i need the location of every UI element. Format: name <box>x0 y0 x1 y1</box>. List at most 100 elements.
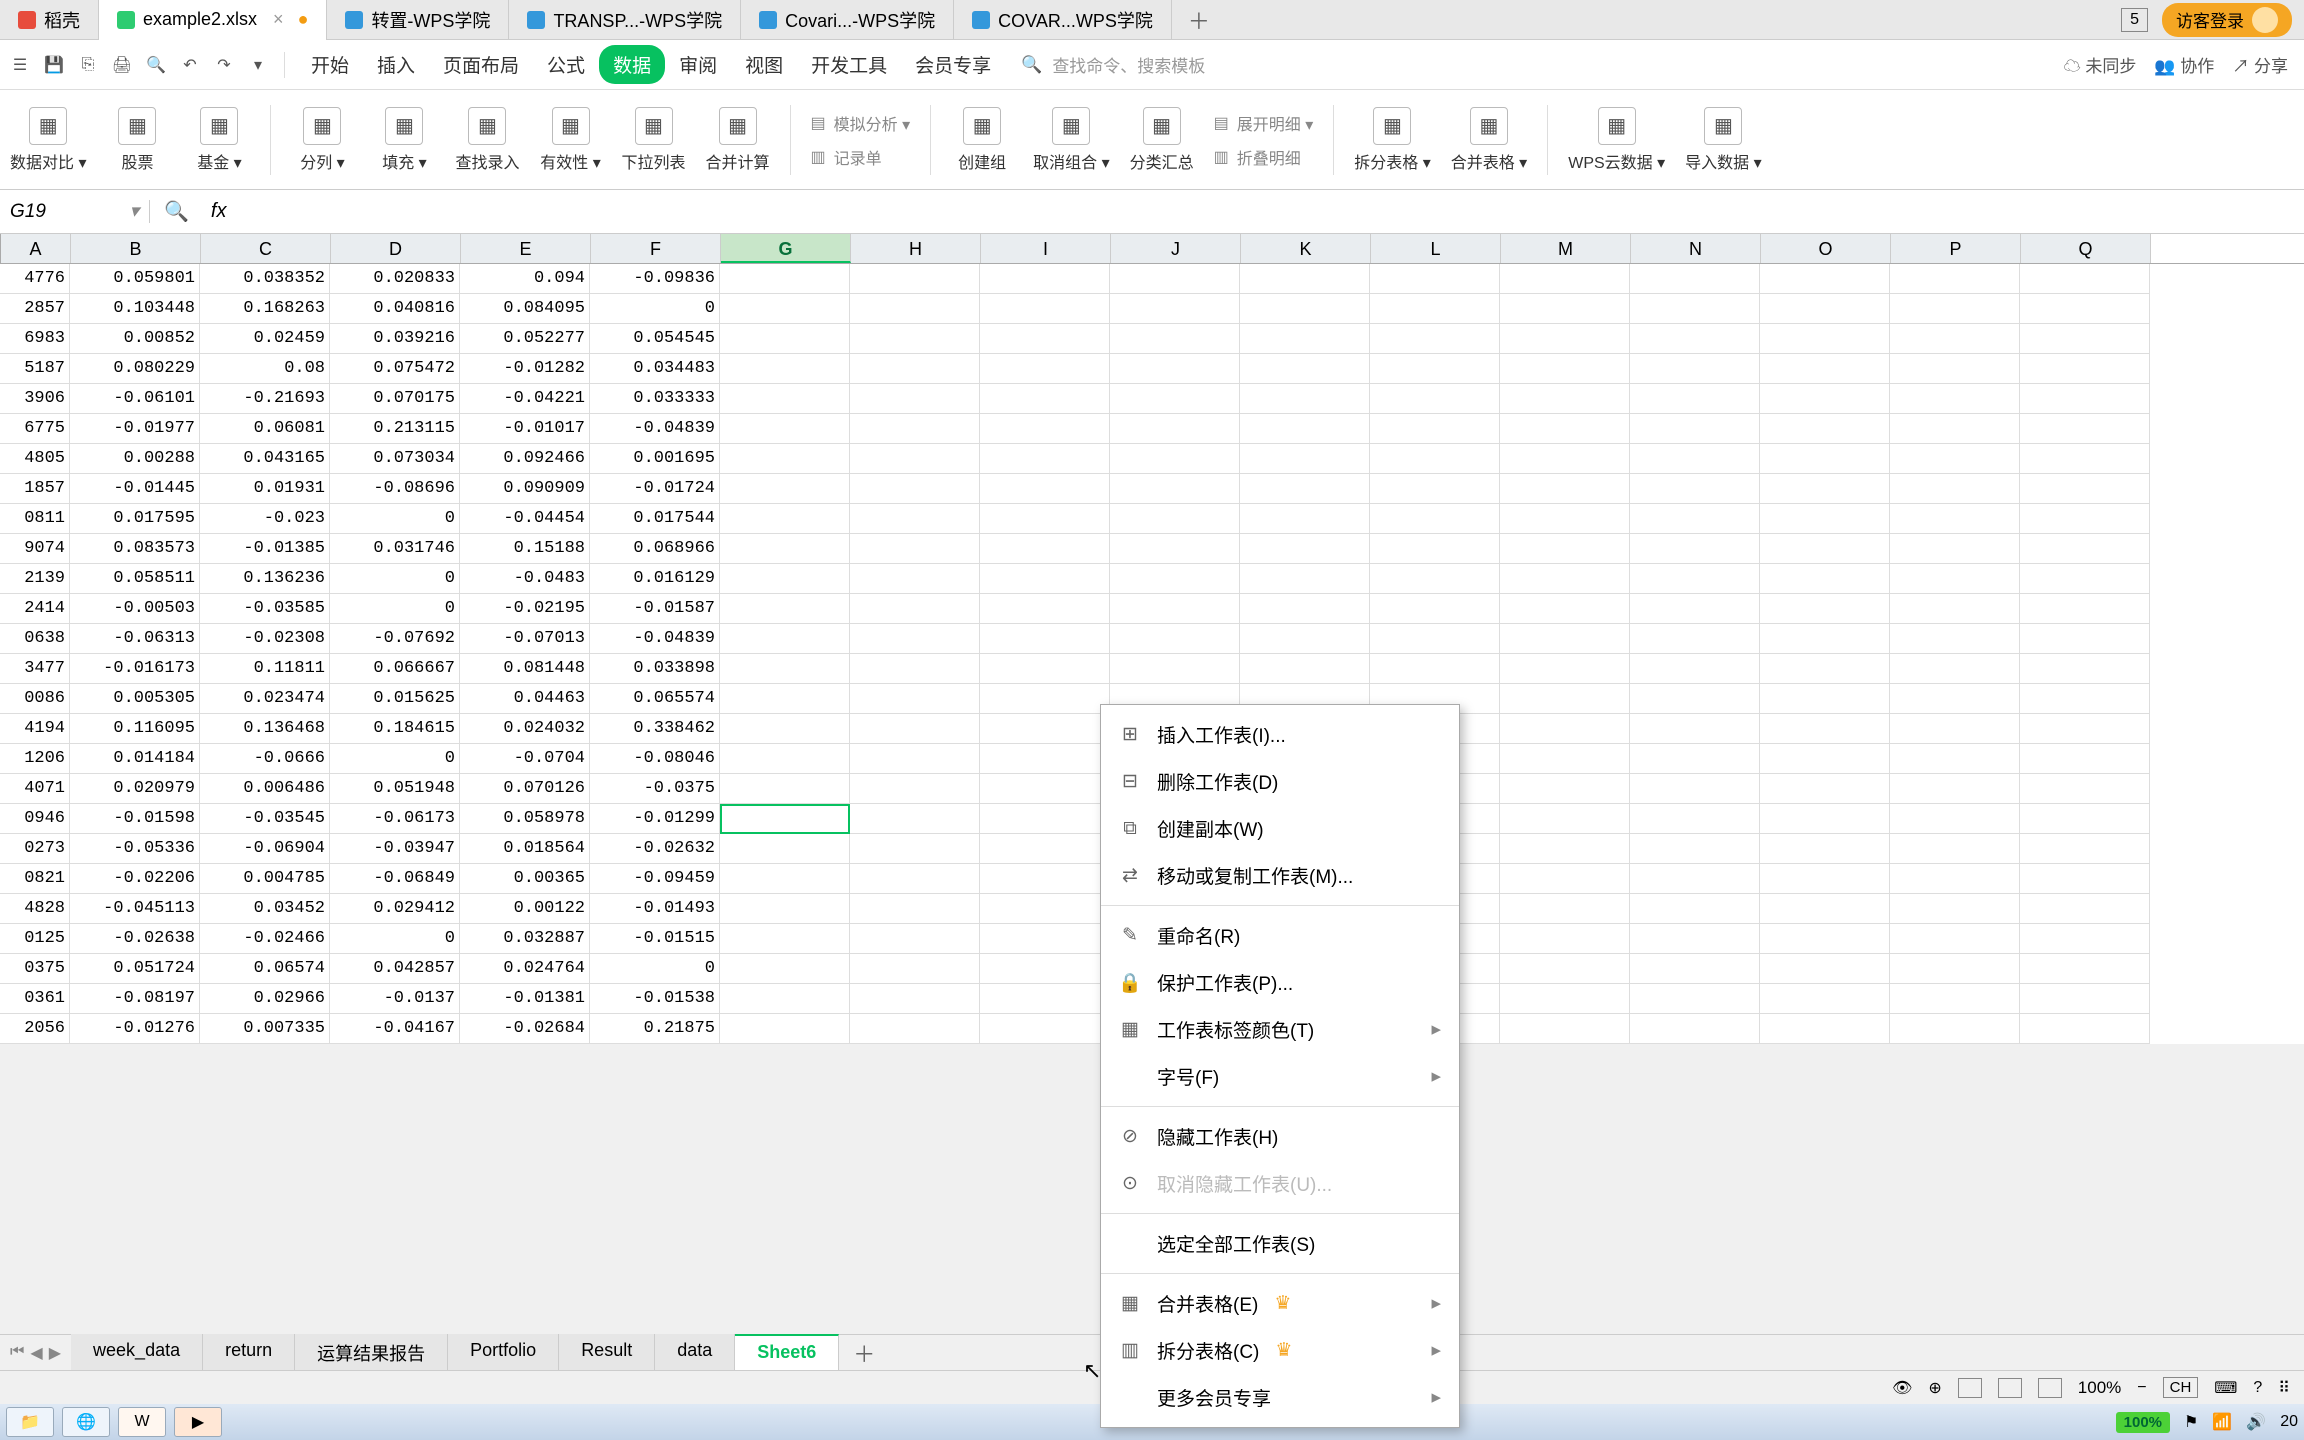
cell[interactable] <box>2020 924 2150 954</box>
cell[interactable] <box>1370 594 1500 624</box>
cell[interactable] <box>1370 504 1500 534</box>
add-tab-button[interactable]: ＋ <box>1172 4 1226 36</box>
cell[interactable] <box>720 864 850 894</box>
cell[interactable] <box>2020 504 2150 534</box>
cell[interactable]: 0821 <box>0 864 70 894</box>
cell[interactable]: 0 <box>330 594 460 624</box>
cell[interactable]: 1857 <box>0 474 70 504</box>
cell[interactable] <box>720 594 850 624</box>
cell[interactable] <box>720 294 850 324</box>
cell[interactable] <box>2020 324 2150 354</box>
app-tab-4[interactable]: Covari...-WPS学院 <box>741 0 954 40</box>
ribbon-取消组合[interactable]: ▦取消组合 ▾ <box>1033 107 1109 173</box>
cell[interactable]: -0.01385 <box>200 534 330 564</box>
settings-dd-icon[interactable]: ⠿ <box>2278 1378 2290 1398</box>
cell[interactable]: 0.15188 <box>460 534 590 564</box>
cell[interactable] <box>720 1014 850 1044</box>
cell[interactable]: -0.045113 <box>70 894 200 924</box>
cell[interactable] <box>980 354 1110 384</box>
col-header-M[interactable]: M <box>1501 234 1631 263</box>
taskbar-explorer-icon[interactable]: 📁 <box>6 1407 54 1437</box>
cell[interactable] <box>1890 534 2020 564</box>
cell[interactable] <box>2020 774 2150 804</box>
cell[interactable]: -0.03585 <box>200 594 330 624</box>
cell[interactable] <box>1890 834 2020 864</box>
cell[interactable] <box>1760 294 1890 324</box>
cell[interactable] <box>980 324 1110 354</box>
cell[interactable]: -0.08197 <box>70 984 200 1014</box>
cell[interactable]: -0.0666 <box>200 744 330 774</box>
cell[interactable]: 0.042857 <box>330 954 460 984</box>
sheet-tab-week_data[interactable]: week_data <box>71 1334 203 1372</box>
cell[interactable]: -0.01724 <box>590 474 720 504</box>
cell[interactable] <box>1500 774 1630 804</box>
cell[interactable] <box>720 324 850 354</box>
cell[interactable] <box>1760 984 1890 1014</box>
cell[interactable]: -0.00503 <box>70 594 200 624</box>
cell[interactable] <box>1890 684 2020 714</box>
cell[interactable]: 0.01931 <box>200 474 330 504</box>
cell[interactable] <box>1110 474 1240 504</box>
cell[interactable]: 0.034483 <box>590 354 720 384</box>
cell[interactable] <box>1890 264 2020 294</box>
cell[interactable]: 0.020979 <box>70 774 200 804</box>
cell[interactable] <box>1760 324 1890 354</box>
ribbon-折叠明细[interactable]: ▥ 折叠明细 <box>1214 145 1314 169</box>
ribbon-数据对比[interactable]: ▦数据对比 ▾ <box>10 107 86 173</box>
cell[interactable]: 0.007335 <box>200 1014 330 1044</box>
cell[interactable] <box>980 444 1110 474</box>
cell[interactable]: 0.051948 <box>330 774 460 804</box>
cell[interactable] <box>720 504 850 534</box>
zoom-out-icon[interactable]: − <box>2137 1379 2146 1397</box>
fx-zoom-icon[interactable]: 🔍 <box>150 199 203 224</box>
cell[interactable]: 0.168263 <box>200 294 330 324</box>
cell[interactable] <box>1890 354 2020 384</box>
cell[interactable] <box>980 654 1110 684</box>
cell[interactable] <box>1240 564 1370 594</box>
ribbon-WPS云数据[interactable]: ▦WPS云数据 ▾ <box>1568 107 1665 173</box>
menu-开发工具[interactable]: 开发工具 <box>797 45 901 84</box>
eye-icon[interactable]: 👁 <box>1892 1378 1912 1398</box>
battery-indicator[interactable]: 100% <box>2116 1412 2170 1433</box>
cell[interactable]: 0638 <box>0 624 70 654</box>
cell[interactable]: 2056 <box>0 1014 70 1044</box>
cell[interactable]: 1206 <box>0 744 70 774</box>
cell[interactable] <box>850 834 980 864</box>
cell[interactable]: 0.00288 <box>70 444 200 474</box>
sheet-tab-Portfolio[interactable]: Portfolio <box>448 1334 559 1372</box>
menu-公式[interactable]: 公式 <box>533 45 599 84</box>
cell[interactable] <box>1890 804 2020 834</box>
cell[interactable] <box>2020 264 2150 294</box>
cell[interactable] <box>1110 384 1240 414</box>
cell[interactable] <box>1370 354 1500 384</box>
cell[interactable] <box>720 984 850 1014</box>
app-tab-1[interactable]: example2.xlsx × ● <box>99 0 327 40</box>
cell[interactable] <box>1890 444 2020 474</box>
cell[interactable] <box>1630 564 1760 594</box>
cell[interactable] <box>1110 414 1240 444</box>
cell[interactable]: 0.039216 <box>330 324 460 354</box>
cell[interactable]: 0.033898 <box>590 654 720 684</box>
cell[interactable] <box>1370 294 1500 324</box>
cell[interactable] <box>850 324 980 354</box>
cell[interactable]: 0 <box>330 564 460 594</box>
cell[interactable]: -0.05336 <box>70 834 200 864</box>
cell[interactable] <box>1500 594 1630 624</box>
cell[interactable] <box>1890 594 2020 624</box>
cell[interactable] <box>1500 954 1630 984</box>
cell[interactable] <box>2020 474 2150 504</box>
cell[interactable] <box>1760 864 1890 894</box>
cell[interactable] <box>1630 504 1760 534</box>
cell[interactable]: -0.03545 <box>200 804 330 834</box>
cell[interactable] <box>850 1014 980 1044</box>
cell[interactable] <box>1110 504 1240 534</box>
cell[interactable]: -0.06904 <box>200 834 330 864</box>
cell[interactable] <box>1630 864 1760 894</box>
cell[interactable] <box>1630 294 1760 324</box>
preview-icon[interactable]: 🔍 <box>142 51 170 79</box>
cell[interactable] <box>2020 654 2150 684</box>
cell[interactable] <box>1890 504 2020 534</box>
cell[interactable] <box>1240 414 1370 444</box>
cell[interactable] <box>1240 264 1370 294</box>
cell[interactable]: 4805 <box>0 444 70 474</box>
